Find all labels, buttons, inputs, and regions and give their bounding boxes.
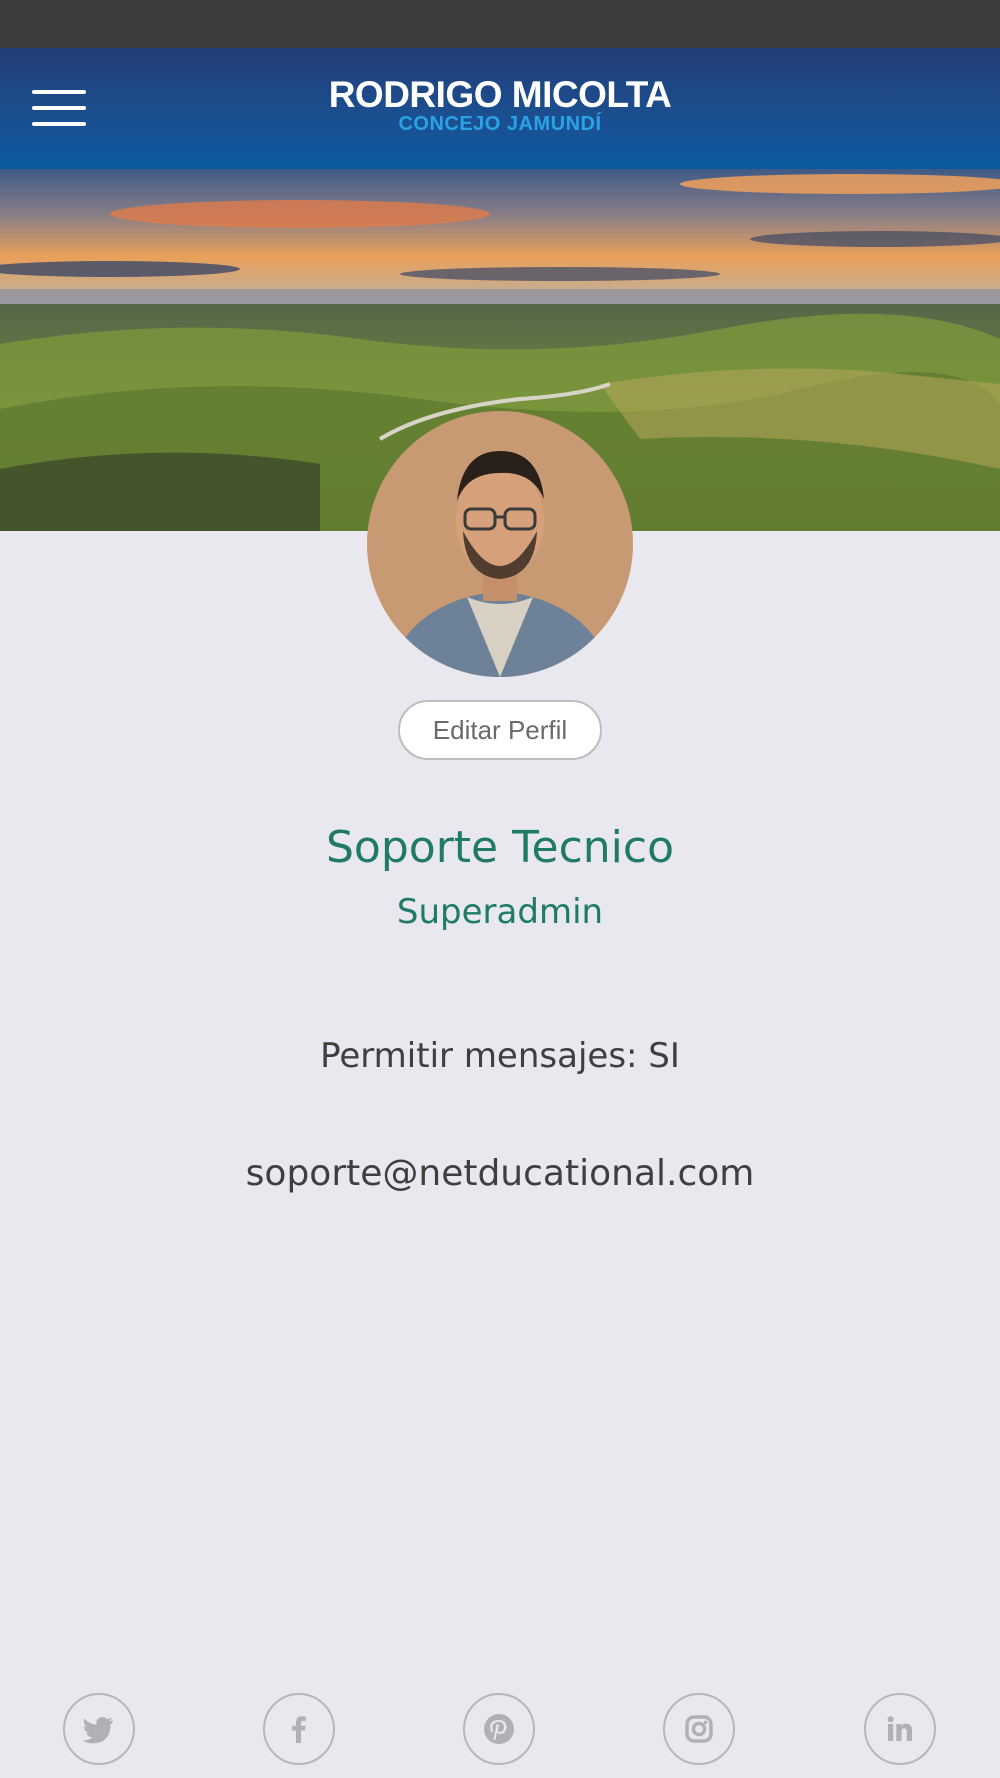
instagram-icon — [685, 1715, 713, 1743]
linkedin-icon — [887, 1716, 912, 1741]
user-avatar[interactable] — [367, 411, 633, 677]
facebook-button[interactable] — [263, 1693, 335, 1765]
facebook-icon — [292, 1716, 306, 1743]
app-header: RODRIGO MICOLTA CONCEJO JAMUNDÍ — [0, 48, 1000, 169]
linkedin-button[interactable] — [864, 1693, 936, 1765]
brand-subtitle: CONCEJO JAMUNDÍ — [398, 113, 602, 135]
brand-logo[interactable]: RODRIGO MICOLTA CONCEJO JAMUNDÍ — [0, 74, 1000, 135]
user-name: Soporte Tecnico — [326, 822, 674, 873]
status-bar — [0, 0, 1000, 48]
twitter-button[interactable] — [63, 1693, 135, 1765]
brand-title: RODRIGO MICOLTA — [328, 74, 672, 115]
social-links — [0, 1693, 1000, 1767]
user-role: Superadmin — [396, 892, 604, 932]
user-email[interactable]: soporte@netducational.com — [0, 1151, 1000, 1197]
twitter-icon — [82, 1717, 113, 1744]
pinterest-icon — [484, 1714, 514, 1744]
instagram-button[interactable] — [663, 1693, 735, 1765]
messages-setting: Permitir mensajes: SI — [320, 1036, 680, 1076]
edit-profile-button[interactable]: Editar Perfil — [398, 700, 602, 760]
pinterest-button[interactable] — [463, 1693, 535, 1765]
